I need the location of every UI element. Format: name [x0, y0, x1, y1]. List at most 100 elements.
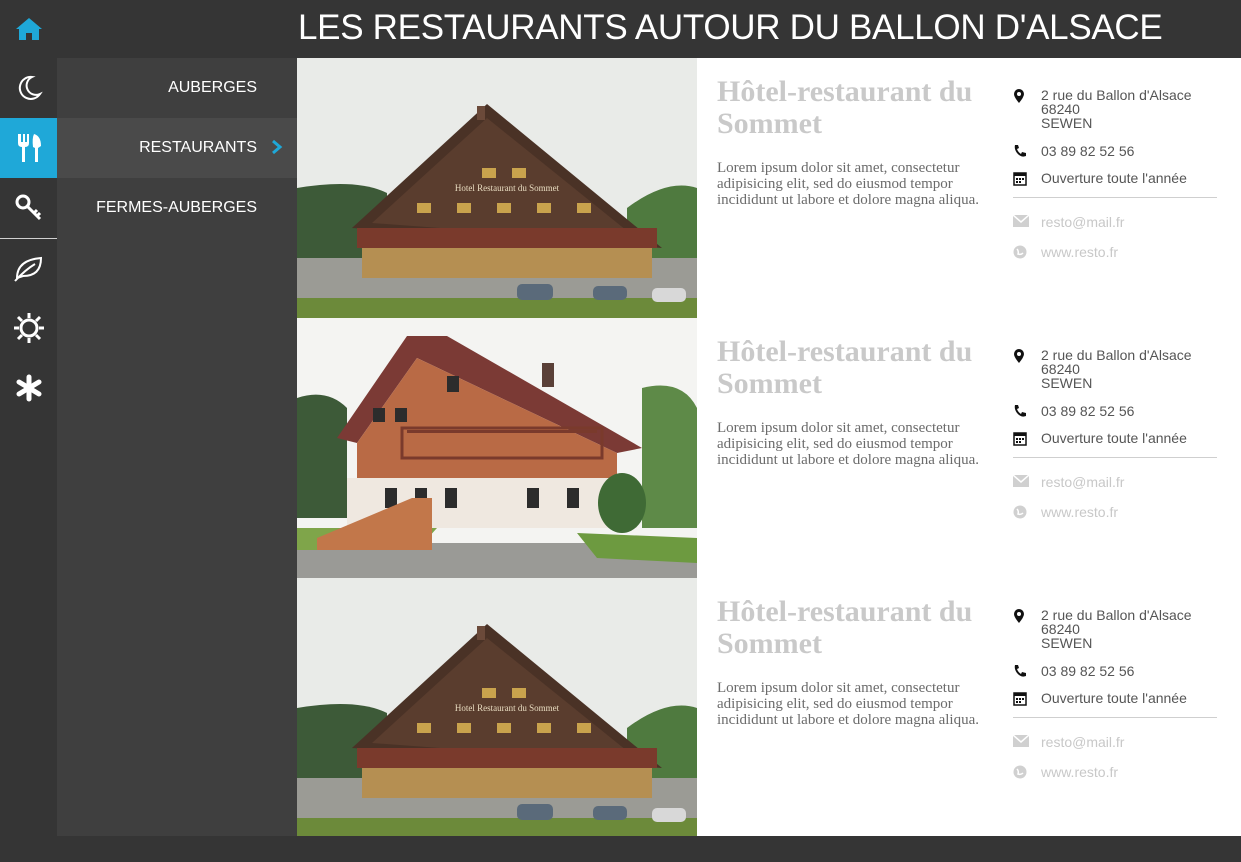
email: resto@mail.fr — [1013, 215, 1217, 229]
key-icon — [15, 194, 41, 221]
photo-sign-text: Hotel Restaurant du Sommet — [455, 703, 560, 713]
map-marker-icon — [1014, 89, 1024, 103]
calendar-icon — [1013, 692, 1027, 706]
restaurant-list: Hotel Restaurant du Sommet Hôtel-restaur… — [297, 58, 1241, 838]
email-link[interactable]: resto@mail.fr — [1041, 734, 1124, 750]
submenu-item-label: AUBERGES — [168, 79, 257, 96]
phone: 03 89 82 52 56 — [1013, 404, 1217, 418]
envelope-icon — [1013, 475, 1029, 487]
contact-info: 2 rue du Ballon d'Alsace 68240 SEWEN 03 … — [1013, 88, 1217, 259]
card-body: Hôtel-restaurant du Sommet Lorem ipsum d… — [717, 58, 1007, 209]
submenu-item-label: FERMES-AUBERGES — [96, 199, 257, 216]
restaurant-title[interactable]: Hôtel-restaurant du Sommet — [717, 76, 1007, 140]
lodging-button[interactable] — [0, 178, 57, 238]
restaurant-card: Hotel Restaurant du Sommet Hôtel-restaur… — [297, 58, 1241, 318]
phone-number[interactable]: 03 89 82 52 56 — [1041, 143, 1134, 159]
cutlery-icon — [17, 134, 41, 162]
page-title: LES RESTAURANTS AUTOUR DU BALLON D'ALSAC… — [298, 8, 1163, 47]
opening-hours: Ouverture toute l'année — [1013, 430, 1217, 446]
phone-number[interactable]: 03 89 82 52 56 — [1041, 403, 1134, 419]
website-link[interactable]: www.resto.fr — [1041, 244, 1118, 260]
address: 2 rue du Ballon d'Alsace 68240 SEWEN — [1013, 88, 1217, 130]
info-divider — [1013, 717, 1217, 718]
phone-icon — [1014, 665, 1026, 677]
map-marker-icon — [1014, 349, 1024, 363]
info-divider — [1013, 457, 1217, 458]
address-line: 2 rue du Ballon d'Alsace — [1041, 347, 1192, 363]
restaurant-title[interactable]: Hôtel-restaurant du Sommet — [717, 596, 1007, 660]
card-body: Hôtel-restaurant du Sommet Lorem ipsum d… — [717, 578, 1007, 729]
address-line: 2 rue du Ballon d'Alsace — [1041, 87, 1192, 103]
email: resto@mail.fr — [1013, 735, 1217, 749]
calendar-icon — [1013, 432, 1027, 446]
address-city: SEWEN — [1041, 375, 1093, 391]
chevron-right-icon — [272, 139, 283, 155]
restaurant-card: Hôtel-restaurant du Sommet Lorem ipsum d… — [297, 318, 1241, 578]
address-city: SEWEN — [1041, 635, 1093, 651]
address-postcode: 68240 — [1041, 101, 1080, 117]
icon-sidebar — [0, 0, 57, 862]
moon-icon — [18, 75, 43, 100]
restaurant-title[interactable]: Hôtel-restaurant du Sommet — [717, 336, 1007, 400]
phone-icon — [1014, 145, 1026, 157]
contact-info: 2 rue du Ballon d'Alsace 68240 SEWEN 03 … — [1013, 608, 1217, 779]
photo-sign-text: Hotel Restaurant du Sommet — [455, 183, 560, 193]
hours-text: Ouverture toute l'année — [1041, 690, 1187, 706]
map-marker-icon — [1014, 609, 1024, 623]
phone: 03 89 82 52 56 — [1013, 664, 1217, 678]
envelope-icon — [1013, 735, 1029, 747]
leaf-icon — [13, 256, 42, 282]
submenu-item-restaurants[interactable]: RESTAURANTS — [57, 118, 297, 178]
phone: 03 89 82 52 56 — [1013, 144, 1217, 158]
restaurants-button[interactable] — [0, 118, 57, 178]
globe-icon — [1013, 505, 1027, 519]
address-line: 2 rue du Ballon d'Alsace — [1041, 607, 1192, 623]
website-link[interactable]: www.resto.fr — [1041, 504, 1118, 520]
address: 2 rue du Ballon d'Alsace 68240 SEWEN — [1013, 608, 1217, 650]
phone-number[interactable]: 03 89 82 52 56 — [1041, 663, 1134, 679]
website: www.resto.fr — [1013, 765, 1217, 779]
address-city: SEWEN — [1041, 115, 1093, 131]
submenu-item-auberges[interactable]: AUBERGES — [57, 58, 297, 118]
address: 2 rue du Ballon d'Alsace 68240 SEWEN — [1013, 348, 1217, 390]
home-button[interactable] — [0, 0, 57, 58]
submenu-item-label: RESTAURANTS — [139, 139, 257, 156]
restaurant-description: Lorem ipsum dolor sit amet, consectetur … — [717, 680, 980, 728]
restaurant-photo[interactable] — [297, 318, 697, 578]
address-postcode: 68240 — [1041, 361, 1080, 377]
globe-icon — [1013, 245, 1027, 259]
globe-icon — [1013, 765, 1027, 779]
day-button[interactable] — [0, 298, 57, 358]
restaurant-photo[interactable]: Hotel Restaurant du Sommet — [297, 58, 697, 318]
restaurant-photo[interactable]: Hotel Restaurant du Sommet — [297, 578, 697, 838]
night-button[interactable] — [0, 58, 57, 118]
phone-icon — [1014, 405, 1026, 417]
misc-button[interactable] — [0, 358, 57, 418]
restaurant-description: Lorem ipsum dolor sit amet, consectetur … — [717, 160, 980, 208]
restaurant-card: Hotel Restaurant du Sommet Hôtel-restaur… — [297, 578, 1241, 838]
info-divider — [1013, 197, 1217, 198]
address-postcode: 68240 — [1041, 621, 1080, 637]
website: www.resto.fr — [1013, 505, 1217, 519]
home-icon — [15, 18, 42, 40]
opening-hours: Ouverture toute l'année — [1013, 690, 1217, 706]
calendar-icon — [1013, 172, 1027, 186]
email-link[interactable]: resto@mail.fr — [1041, 214, 1124, 230]
header-bar: LES RESTAURANTS AUTOUR DU BALLON D'ALSAC… — [0, 0, 1241, 58]
sun-icon — [13, 313, 44, 343]
category-submenu: AUBERGES RESTAURANTS FERMES-AUBERGES — [57, 58, 297, 836]
restaurant-description: Lorem ipsum dolor sit amet, consectetur … — [717, 420, 980, 468]
website: www.resto.fr — [1013, 245, 1217, 259]
email: resto@mail.fr — [1013, 475, 1217, 489]
hours-text: Ouverture toute l'année — [1041, 430, 1187, 446]
submenu-item-fermes-auberges[interactable]: FERMES-AUBERGES — [57, 178, 297, 238]
footer-bar — [0, 836, 1241, 862]
nature-button[interactable] — [0, 238, 57, 298]
card-body: Hôtel-restaurant du Sommet Lorem ipsum d… — [717, 318, 1007, 469]
opening-hours: Ouverture toute l'année — [1013, 170, 1217, 186]
hours-text: Ouverture toute l'année — [1041, 170, 1187, 186]
contact-info: 2 rue du Ballon d'Alsace 68240 SEWEN 03 … — [1013, 348, 1217, 519]
website-link[interactable]: www.resto.fr — [1041, 764, 1118, 780]
envelope-icon — [1013, 215, 1029, 227]
email-link[interactable]: resto@mail.fr — [1041, 474, 1124, 490]
